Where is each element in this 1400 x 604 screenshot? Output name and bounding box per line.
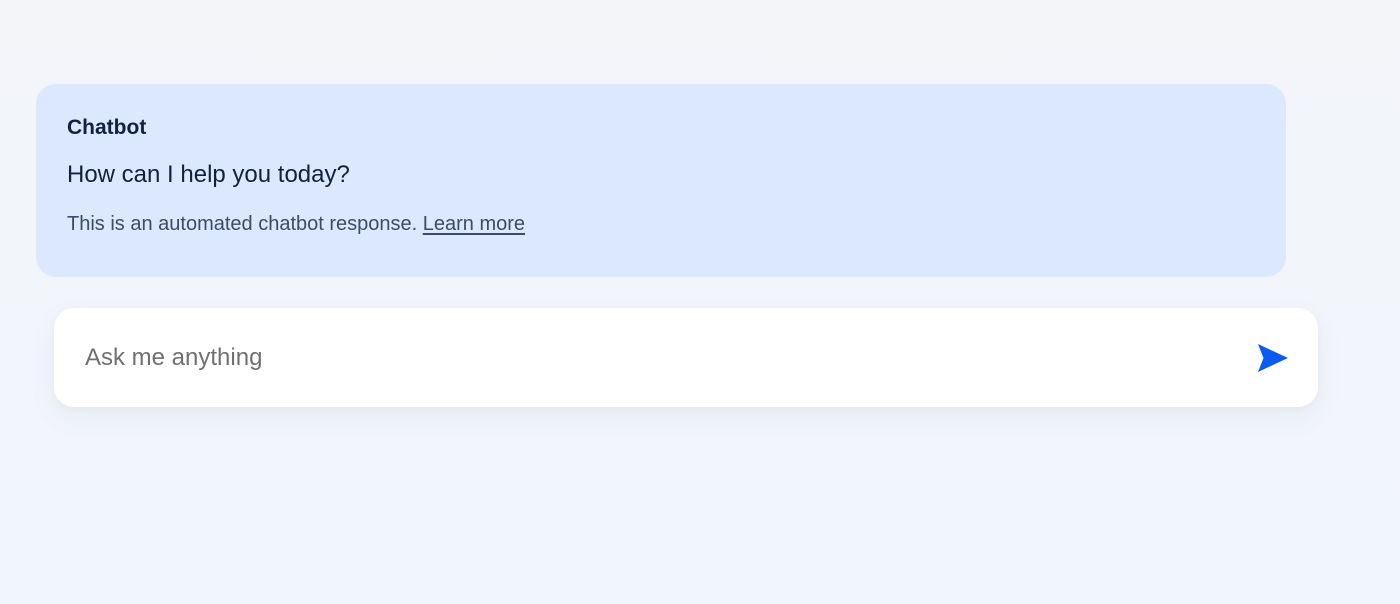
chat-input[interactable] <box>85 337 1253 378</box>
chatbot-message-card: Chatbot How can I help you today? This i… <box>36 84 1286 277</box>
send-icon <box>1257 343 1289 373</box>
message-composer <box>54 308 1318 407</box>
send-button[interactable] <box>1253 338 1293 378</box>
automated-response-disclaimer: This is an automated chatbot response. L… <box>67 212 1255 236</box>
disclaimer-text: This is an automated chatbot response. <box>67 213 423 235</box>
chatbot-message-text: How can I help you today? <box>67 161 350 188</box>
learn-more-link[interactable]: Learn more <box>423 213 525 235</box>
sender-name: Chatbot <box>67 116 147 139</box>
